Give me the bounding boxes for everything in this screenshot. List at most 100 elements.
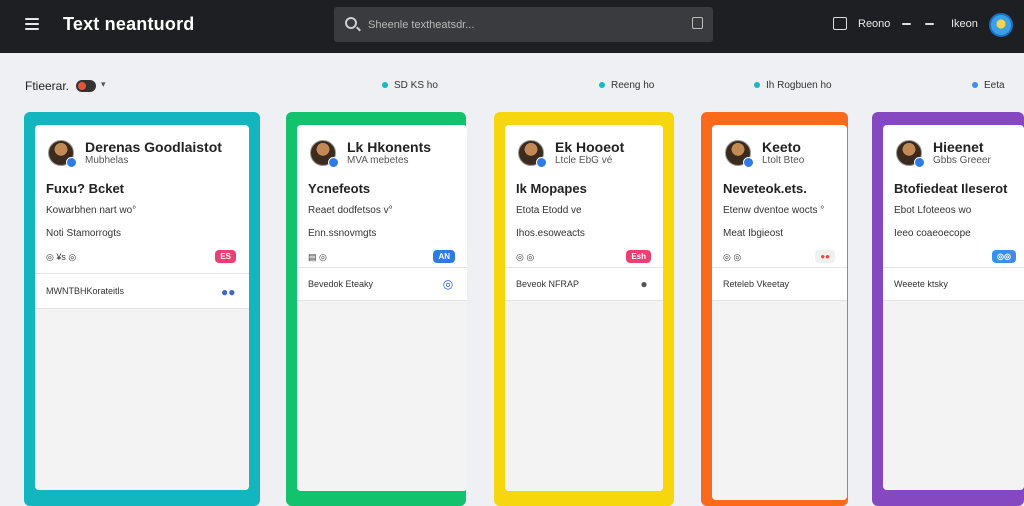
avatar[interactable] [310, 140, 339, 168]
card-detail: Ihos.esoweacts [516, 228, 585, 239]
divider [712, 267, 847, 268]
filter-bar: Ftieerar. ▾ SD KS ho Reeng ho Ih Rogbuen… [0, 74, 1024, 100]
filter-group-label: Reeng ho [611, 80, 655, 91]
notification-icon[interactable] [833, 17, 847, 30]
user-avatar[interactable] [989, 13, 1013, 37]
filter-group[interactable]: Ih Rogbuen ho [754, 80, 832, 91]
status-badge[interactable]: ●● [815, 250, 835, 263]
card-footer-text[interactable]: MWNTBHKorateitls [46, 286, 124, 296]
card-body-area [883, 301, 1024, 490]
card-person-subtitle: MVA mebetes [347, 155, 409, 166]
search-input[interactable] [368, 15, 668, 35]
divider [35, 273, 249, 274]
card-detail: Reaet dodfetsos v° [308, 205, 393, 216]
chevron-down-icon[interactable]: ▾ [101, 79, 106, 90]
card-person-name: Hieenet [933, 139, 984, 155]
board-column: Hieenet Gbbs Greeer Btofiedeat Ileserot … [872, 112, 1024, 506]
avatar[interactable] [896, 140, 925, 168]
board-column: Lk Hkonents MVA mebetes Ycnefeots Reaet … [286, 112, 467, 506]
status-dot-icon [754, 82, 760, 89]
verified-badge-icon [743, 157, 754, 168]
card-title: Ik Mopapes [516, 181, 587, 196]
status-dot-icon [599, 82, 605, 89]
card-detail: Noti Stamorrogts [46, 228, 122, 239]
footer-status-icon[interactable] [821, 277, 835, 291]
status-badge[interactable]: ES [215, 250, 236, 263]
user-name[interactable]: Ikeon [951, 18, 978, 30]
footer-status-icon[interactable] [998, 277, 1012, 291]
filter-group[interactable]: Eeta [972, 80, 1005, 91]
card-body-area [505, 301, 663, 491]
card-detail: Ieeo coaeoecope [894, 228, 971, 239]
divider [883, 267, 1024, 268]
footer-status-icon[interactable]: ● [637, 277, 651, 291]
card-footer-text[interactable]: Beveok NFRAP [516, 279, 579, 289]
board-column: Derenas Goodlaistot Mubhelas Fuxu? Bcket… [24, 112, 260, 506]
status-dot-icon [382, 82, 388, 89]
card-body-area [297, 301, 467, 491]
card-person-subtitle: Gbbs Greeer [933, 155, 991, 166]
filter-toggle[interactable] [76, 80, 96, 92]
card-title: Btofiedeat Ileserot [894, 181, 1008, 196]
avatar[interactable] [48, 140, 77, 168]
card-footer-text[interactable]: Bevedok Eteaky [308, 279, 373, 289]
card-action-icons[interactable]: ◎ ¥s ◎ [46, 252, 76, 263]
avatar[interactable] [725, 140, 754, 168]
status-badge[interactable]: ◎◎ [992, 250, 1016, 263]
menu-icon[interactable] [25, 18, 39, 30]
divider [297, 267, 467, 268]
footer-status-icon[interactable]: ◎ [441, 277, 455, 291]
card-person-name: Lk Hkonents [347, 139, 432, 155]
card-body-area [712, 301, 847, 500]
verified-badge-icon [536, 157, 547, 168]
card-title: Neveteok.ets. [723, 181, 807, 196]
filter-group-label: Ih Rogbuen ho [766, 80, 832, 91]
status-dot-icon [972, 82, 978, 89]
card-person-name: Keeto [762, 139, 801, 155]
status-badge[interactable]: Esh [626, 250, 651, 263]
dash-icon [925, 23, 934, 25]
card-action-icons[interactable]: ◎ ◎ [516, 252, 534, 263]
task-card[interactable]: Ek Hooeot Ltcle EbG vé Ik Mopapes Etota … [505, 125, 663, 491]
filter-group[interactable]: Reeng ho [599, 80, 654, 91]
filter-group-label: Eeta [984, 80, 1005, 91]
card-action-icons[interactable]: ▤ ◎ [308, 252, 327, 263]
search-icon [345, 17, 357, 29]
card-detail: Ebot Lfoteeos wo [894, 205, 972, 216]
filter-group[interactable]: SD KS ho [382, 80, 438, 91]
verified-badge-icon [66, 157, 77, 168]
verified-badge-icon [328, 157, 339, 168]
filter-label[interactable]: Ftieerar. [25, 79, 69, 93]
card-detail: Etota Etodd ve [516, 205, 582, 216]
filter-group-label: SD KS ho [394, 80, 438, 91]
card-title: Fuxu? Bcket [46, 181, 125, 196]
card-action-icons[interactable]: ◎ ◎ [723, 252, 741, 263]
board-column: Ek Hooeot Ltcle EbG vé Ik Mopapes Etota … [494, 112, 674, 506]
board-column: Keeto Ltolt Bteo Neveteok.ets. Etenw dve… [701, 112, 848, 506]
task-card[interactable]: Derenas Goodlaistot Mubhelas Fuxu? Bcket… [35, 125, 249, 490]
task-card[interactable]: Keeto Ltolt Bteo Neveteok.ets. Etenw dve… [712, 125, 847, 500]
card-detail: Kowarbhen nart wo° [46, 205, 137, 216]
card-body-area [35, 309, 249, 490]
task-card[interactable]: Hieenet Gbbs Greeer Btofiedeat Ileserot … [883, 125, 1024, 490]
card-person-name: Derenas Goodlaistot [85, 139, 222, 155]
dash-icon [902, 23, 911, 25]
card-title: Ycnefeots [308, 181, 371, 196]
card-detail: Etenw dventoe wocts ° [723, 205, 825, 216]
footer-status-icon[interactable]: ●● [221, 285, 236, 299]
card-detail: Enn.ssnovmgts [308, 228, 377, 239]
voice-search-icon[interactable] [692, 17, 703, 29]
task-card[interactable]: Lk Hkonents MVA mebetes Ycnefeots Reaet … [297, 125, 467, 491]
verified-badge-icon [914, 157, 925, 168]
nav-label[interactable]: Reono [858, 18, 890, 30]
card-footer-text[interactable]: Weeete ktsky [894, 279, 948, 289]
search-bar[interactable] [334, 7, 713, 42]
top-bar: Text neantuord Reono Ikeon [0, 0, 1024, 53]
status-badge[interactable]: AN [433, 250, 455, 263]
card-detail: Meat Ibgieost [723, 228, 784, 239]
card-footer-text[interactable]: Reteleb Vkeetay [723, 279, 789, 289]
avatar[interactable] [518, 140, 547, 168]
card-person-subtitle: Ltolt Bteo [762, 155, 805, 166]
card-person-subtitle: Mubhelas [85, 155, 129, 166]
card-person-name: Ek Hooeot [555, 139, 625, 155]
